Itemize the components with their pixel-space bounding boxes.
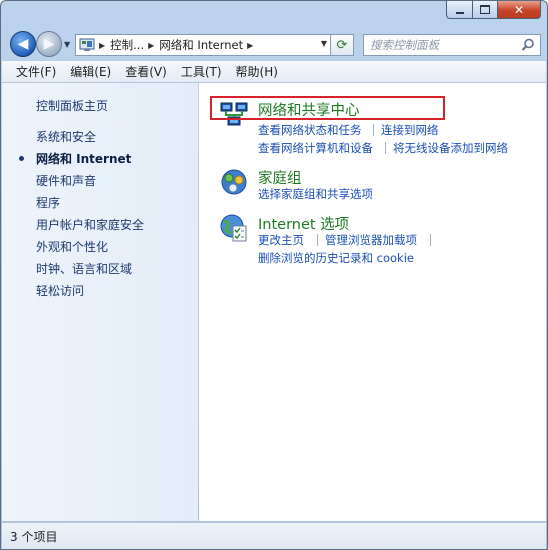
task-delete-browsing-history[interactable]: 删除浏览的历史记录和 cookie	[258, 250, 414, 266]
task-manage-browser-addons[interactable]: 管理浏览器加载项	[325, 232, 417, 248]
task-connect-to-network[interactable]: 连接到网络	[381, 122, 439, 138]
task-add-wireless-device[interactable]: 将无线设备添加到网络	[393, 140, 508, 156]
task-separator	[373, 124, 374, 136]
menu-bar: 文件(F) 编辑(E) 查看(V) 工具(T) 帮助(H)	[2, 61, 546, 83]
sidebar-item-ease-of-access[interactable]: 轻松访问	[36, 282, 84, 299]
network-sharing-icon	[220, 102, 248, 126]
task-view-network-computers[interactable]: 查看网络计算机和设备	[258, 140, 373, 156]
address-dropdown-icon[interactable]: ▼	[321, 39, 327, 48]
navigation-bar: ◀ ▶ ▼ ▶ 控制... ▶ 网络和 Internet ▶ ▼ ⟳ 搜索控制面…	[1, 28, 547, 60]
menu-help[interactable]: 帮助(H)	[229, 63, 285, 80]
close-button[interactable]: ✕	[498, 1, 541, 19]
sidebar-item-programs[interactable]: 程序	[36, 194, 60, 211]
sidebar-item-user-accounts[interactable]: 用户帐户和家庭安全	[36, 216, 144, 233]
back-arrow-icon: ◀	[17, 36, 29, 52]
sidebar-item-network-internet[interactable]: 网络和 Internet	[36, 150, 131, 167]
forward-arrow-icon: ▶	[43, 36, 55, 52]
menu-edit[interactable]: 编辑(E)	[63, 63, 118, 80]
forward-button[interactable]: ▶	[36, 31, 62, 57]
breadcrumb-network-internet[interactable]: 网络和 Internet	[159, 37, 243, 53]
minimize-button[interactable]	[446, 1, 473, 19]
category-title-internet-options[interactable]: Internet 选项	[258, 213, 349, 234]
content-pane: 网络和共享中心 查看网络状态和任务 连接到网络 查看网络计算机和设备 将无线设备…	[199, 83, 546, 521]
recent-pages-dropdown-icon[interactable]: ▼	[64, 40, 70, 49]
status-bar: 3 个项目	[2, 522, 546, 549]
category-title-network-sharing[interactable]: 网络和共享中心	[258, 99, 360, 120]
internet-options-icon	[220, 214, 247, 242]
minimize-icon	[455, 11, 464, 14]
category-title-homegroup[interactable]: 家庭组	[258, 167, 302, 188]
item-count: 3 个项目	[10, 530, 58, 544]
maximize-icon	[480, 5, 490, 14]
menu-view[interactable]: 查看(V)	[118, 63, 174, 80]
task-separator	[317, 234, 318, 246]
navigation-pane: 控制面板主页 系统和安全 网络和 Internet 硬件和声音 程序 用户帐户和…	[2, 83, 198, 521]
title-bar: ✕	[1, 1, 547, 27]
control-panel-icon	[79, 38, 95, 51]
maximize-button[interactable]	[473, 1, 498, 19]
control-panel-window: ✕ ◀ ▶ ▼ ▶ 控制... ▶ 网络和 Internet ▶ ▼ ⟳ 搜索控…	[0, 0, 548, 550]
address-bar[interactable]: ▶ 控制... ▶ 网络和 Internet ▶ ▼	[75, 34, 331, 56]
task-separator	[430, 234, 431, 246]
sidebar-item-system-security[interactable]: 系统和安全	[36, 128, 96, 145]
back-button[interactable]: ◀	[10, 31, 36, 57]
task-homegroup-sharing-options[interactable]: 选择家庭组和共享选项	[258, 186, 373, 202]
caption-buttons: ✕	[446, 1, 541, 19]
breadcrumb-root-chevron-icon[interactable]: ▶	[99, 41, 105, 50]
search-input[interactable]: 搜索控制面板	[370, 37, 521, 53]
breadcrumb-chevron-icon[interactable]: ▶	[247, 41, 253, 50]
menu-file[interactable]: 文件(F)	[2, 63, 63, 80]
refresh-icon: ⟳	[336, 37, 348, 53]
sidebar-item-appearance[interactable]: 外观和个性化	[36, 238, 108, 255]
search-icon[interactable]	[521, 38, 535, 52]
search-box[interactable]: 搜索控制面板	[363, 34, 541, 56]
sidebar-item-clock-language-region[interactable]: 时钟、语言和区域	[36, 260, 132, 277]
task-change-home-page[interactable]: 更改主页	[258, 232, 304, 248]
task-separator	[385, 142, 386, 154]
menu-tools[interactable]: 工具(T)	[174, 63, 229, 80]
breadcrumb-chevron-icon[interactable]: ▶	[148, 41, 154, 50]
task-view-network-status[interactable]: 查看网络状态和任务	[258, 122, 362, 138]
close-icon: ✕	[513, 2, 525, 17]
sidebar-item-hardware-sound[interactable]: 硬件和声音	[36, 172, 96, 189]
current-item-bullet-icon	[19, 156, 24, 161]
sidebar-item-control-panel-home[interactable]: 控制面板主页	[36, 97, 108, 114]
homegroup-icon	[221, 169, 247, 195]
breadcrumb-control-panel[interactable]: 控制...	[110, 37, 144, 53]
refresh-button[interactable]: ⟳	[331, 34, 354, 56]
